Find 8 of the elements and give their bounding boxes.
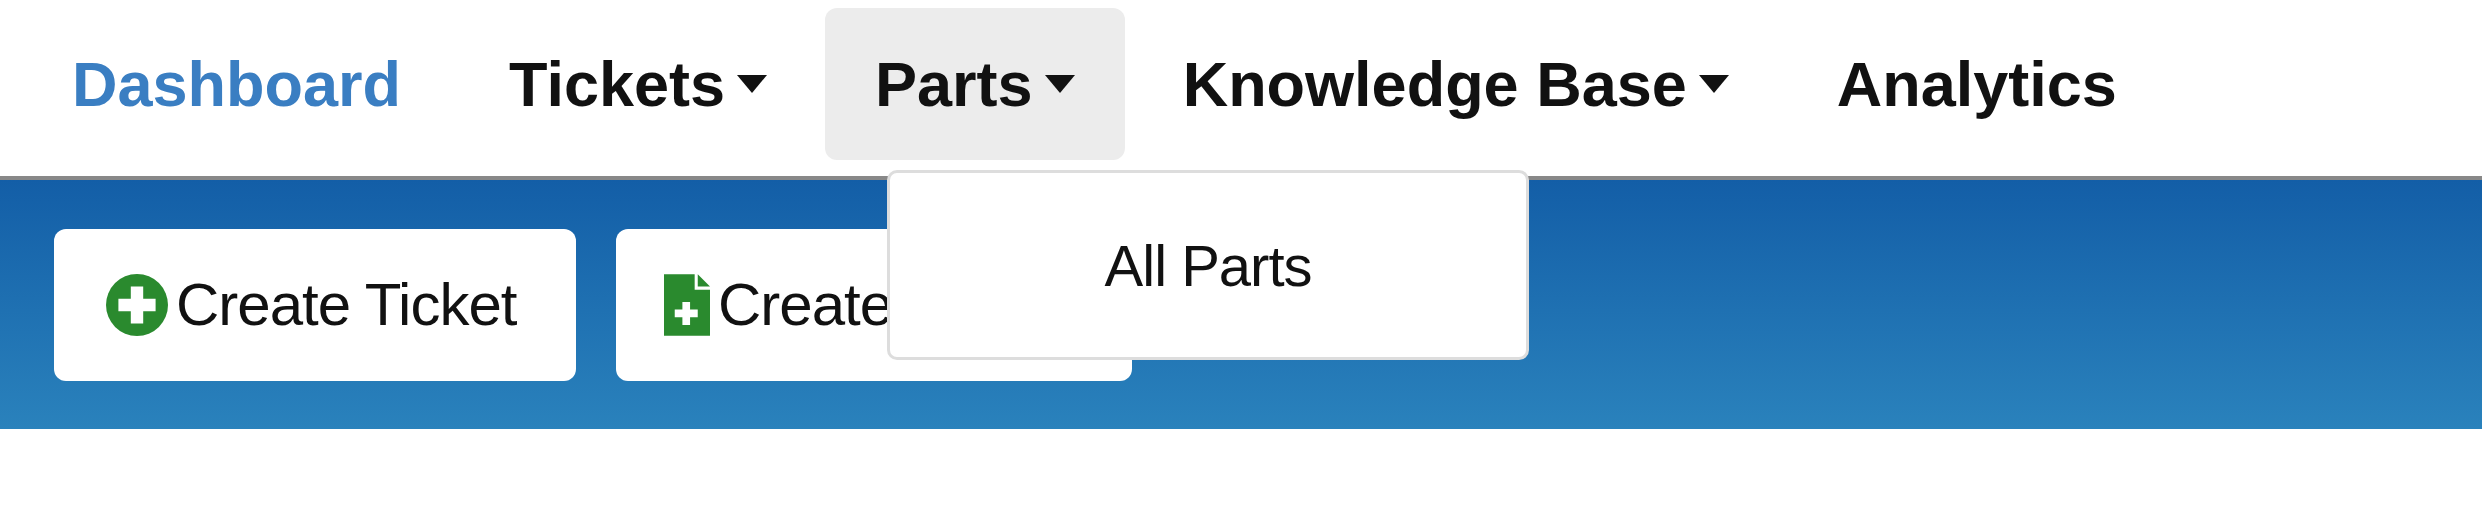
nav-link[interactable]: Parts — [825, 8, 1125, 160]
nav-link[interactable]: Analytics — [1786, 8, 2167, 160]
action-button[interactable]: Create Ticket — [54, 228, 576, 381]
nav-link[interactable]: Tickets — [459, 8, 818, 160]
nav-link[interactable]: Knowledge Base — [1132, 8, 1779, 160]
plus-circle-icon — [106, 273, 168, 336]
file-plus-icon — [664, 273, 710, 336]
nav-link[interactable]: Dashboard — [22, 8, 452, 160]
